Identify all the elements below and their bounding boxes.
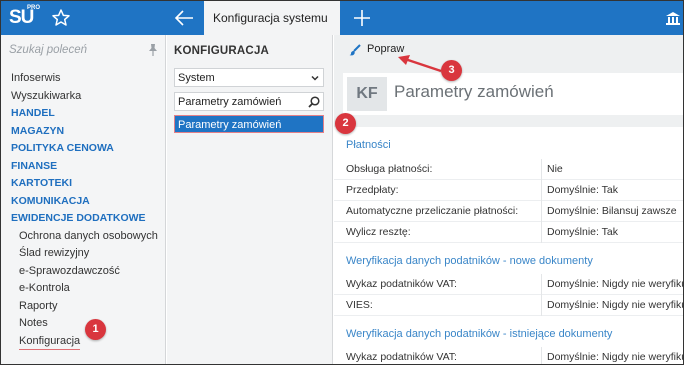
form-row: Wylicz resztę: Domyślnie: Tak — [334, 222, 683, 243]
sidebar-item-label: HANDEL — [11, 107, 55, 119]
chevron-down-icon — [311, 75, 319, 81]
sidebar-item[interactable]: e-Sprawozdawczość — [11, 263, 163, 281]
config-item-parametry-zamowien[interactable]: Parametry zamówień — [174, 115, 324, 133]
field-value-cell: Domyślnie: Tak — [541, 222, 683, 243]
sidebar-section[interactable]: EWIDENCJE DODATKOWE — [11, 210, 163, 228]
form-row: Obsługa płatności: Nie — [334, 159, 683, 180]
field-value: Nie — [547, 163, 563, 175]
callout-3: 3 — [441, 60, 462, 81]
sidebar-item[interactable]: e-Kontrola — [11, 280, 163, 298]
field-value-cell: Domyślnie: Nigdy nie weryfikuj — [541, 274, 684, 295]
form-row: Przedpłaty: Domyślnie: Tak — [334, 180, 683, 201]
field-value: Domyślnie: Nigdy nie weryfikuj — [547, 351, 684, 363]
pin-icon[interactable] — [147, 43, 159, 57]
sidebar-nav: Infoserwis Wyszukiwarka HANDEL MAGAZYN POLIT… — [11, 70, 163, 350]
section-title: Płatności — [346, 139, 391, 151]
command-search-placeholder[interactable]: Szukaj poleceń — [9, 44, 87, 56]
field-value-cell: Domyślnie: Bilansuj zawsze — [541, 201, 683, 222]
field-label: Obsługa płatności: — [346, 163, 433, 175]
config-filter-input[interactable]: Parametry zamówień — [174, 92, 324, 111]
sidebar-item[interactable]: Ślad rewizyjny — [11, 245, 163, 263]
sidebar-item-label: Notes — [19, 317, 48, 329]
main-area: Popraw KF Parametry zamówień Płatności Ob… — [334, 35, 684, 364]
form-content: Płatności Obsługa płatności: Nie Przedpłaty… — [334, 127, 684, 364]
config-filter-value: Parametry zamówień — [178, 96, 282, 108]
field-value-cell: Nie — [541, 159, 683, 180]
sidebar-section[interactable]: FINANSE — [11, 158, 163, 176]
form-row: Wykaz podatników VAT: Domyślnie: Nigdy ni… — [334, 347, 684, 364]
tab-konfiguracja-systemu[interactable]: Konfiguracja systemu — [204, 1, 340, 35]
field-value: Domyślnie: Bilansuj zawsze — [547, 205, 677, 217]
form-row: Automatyczne przeliczanie płatności: Domy… — [334, 201, 683, 222]
sidebar-item-label: e-Kontrola — [19, 282, 70, 294]
sidebar-item-label: Ochrona danych osobowych — [19, 229, 158, 242]
sidebar-section[interactable]: POLITYKA CENOWA — [11, 140, 163, 158]
field-label: Wykaz podatników VAT: — [346, 278, 457, 290]
sidebar-section[interactable]: HANDEL — [11, 105, 163, 123]
field-label: Wylicz resztę: — [346, 226, 411, 238]
field-label: Przedpłaty: — [346, 184, 399, 196]
form-row: Wykaz podatników VAT: Domyślnie: Nigdy ni… — [334, 274, 684, 295]
top-bar: SU PRO Konfiguracja systemu — [1, 1, 683, 35]
sidebar-item-label: Raporty — [19, 299, 58, 312]
field-value: Domyślnie: Nigdy nie weryfikuj — [547, 278, 684, 290]
sidebar-item[interactable]: Infoserwis — [11, 70, 163, 88]
logo-sup: PRO — [27, 5, 41, 11]
plus-icon[interactable] — [352, 8, 372, 28]
command-search[interactable]: Szukaj poleceń — [9, 43, 159, 59]
field-value: Domyślnie: Nigdy nie weryfikuj — [547, 299, 684, 311]
sidebar-section[interactable]: KARTOTEKI — [11, 175, 163, 193]
callout-2: 2 — [335, 113, 356, 134]
brush-icon — [349, 44, 361, 56]
sidebar-section[interactable]: MAGAZYN — [11, 123, 163, 141]
sidebar-item-label: POLITYKA CENOWA — [11, 142, 114, 154]
config-panel: KONFIGURACJA System Parametry zamówień P… — [167, 35, 333, 364]
sidebar-item[interactable]: Wyszukiwarka — [11, 88, 163, 106]
search-icon[interactable] — [308, 96, 320, 108]
sidebar-item-label: Wyszukiwarka — [11, 89, 82, 102]
field-label: Automatyczne przeliczanie płatności: — [346, 205, 519, 217]
form-row: VIES: Domyślnie: Nigdy nie weryfikuj — [334, 295, 684, 316]
edit-button-label: Popraw — [367, 43, 405, 55]
field-value: Domyślnie: Tak — [547, 226, 618, 238]
sidebar-item-label: KARTOTEKI — [11, 177, 73, 189]
app-logo[interactable]: SU PRO — [9, 5, 41, 31]
field-value-cell: Domyślnie: Tak — [541, 180, 683, 201]
sidebar-item-label: KOMUNIKACJA — [11, 194, 90, 207]
sidebar-item-label: FINANSE — [11, 159, 58, 172]
section-title: Weryfikacja danych podatników - istnieją… — [346, 328, 613, 340]
sidebar: Szukaj poleceń Infoserwis Wyszukiwarka HAN… — [1, 35, 166, 364]
star-icon[interactable] — [51, 8, 71, 28]
config-category-value: System — [178, 72, 215, 84]
back-arrow-icon[interactable] — [173, 8, 195, 28]
field-label: Wykaz podatników VAT: — [346, 351, 457, 363]
sidebar-item-label: MAGAZYN — [11, 124, 65, 137]
sidebar-item-label: e-Sprawozdawczość — [19, 264, 120, 277]
sidebar-item-label: Ślad rewizyjny — [19, 247, 90, 259]
config-panel-title: KONFIGURACJA — [174, 45, 270, 57]
field-value-cell: Domyślnie: Nigdy nie weryfikuj — [541, 295, 684, 316]
sidebar-item-label: Konfiguracja — [19, 334, 81, 350]
form-badge: KF — [347, 77, 387, 111]
sidebar-item[interactable]: Ochrona danych osobowych — [11, 228, 163, 246]
building-icon[interactable] — [665, 10, 681, 26]
form-header: KF Parametry zamówień — [343, 73, 683, 115]
field-value-cell: Domyślnie: Nigdy nie weryfikuj — [541, 347, 684, 364]
field-label: VIES: — [346, 299, 373, 311]
page-title: Parametry zamówień — [394, 82, 554, 101]
app-window: SU PRO Konfiguracja systemu Szukaj polec… — [0, 0, 684, 365]
callout-1: 1 — [85, 319, 106, 340]
sidebar-item-label: EWIDENCJE DODATKOWE — [11, 212, 146, 224]
config-category-select[interactable]: System — [174, 68, 324, 87]
sidebar-item-label: Infoserwis — [11, 72, 61, 84]
sidebar-item[interactable]: Raporty — [11, 298, 163, 316]
section-title: Weryfikacja danych podatników - nowe dok… — [346, 255, 593, 267]
sidebar-section[interactable]: KOMUNIKACJA — [11, 193, 163, 211]
field-value: Domyślnie: Tak — [547, 184, 618, 196]
